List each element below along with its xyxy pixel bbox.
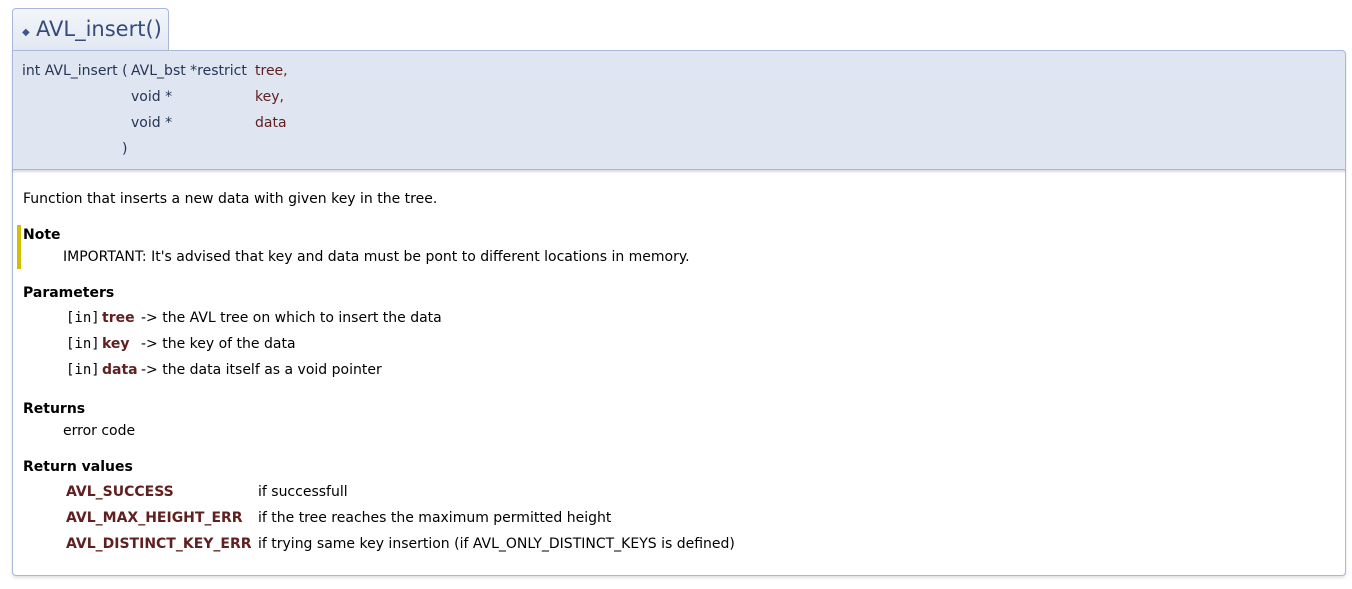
note-text: IMPORTANT: It's advised that key and dat… [63,249,690,265]
param-name-tree[interactable]: tree, [255,63,288,79]
diamond-icon: ◆ [22,27,30,38]
param-dir: [in] [66,310,100,326]
return-value-name[interactable]: AVL_SUCCESS [66,484,174,500]
param-desc: -> the AVL tree on which to insert the d… [141,310,442,326]
param-name-data[interactable]: data [255,115,287,131]
return-value-name[interactable]: AVL_MAX_HEIGHT_ERR [66,510,243,526]
member-title-tab: ◆ AVL_insert() [12,8,169,50]
returns-heading: Returns [23,401,86,417]
param-name-key[interactable]: key, [255,89,284,105]
parameters-heading: Parameters [23,285,115,301]
param-name: tree [102,310,135,326]
return-values-heading: Return values [23,459,133,475]
function-prototype: int AVL_insert ( AVL_bst *restrict tree,… [12,50,1346,170]
note-bar [17,225,21,269]
return-value-desc: if the tree reaches the maximum permitte… [258,510,612,526]
description: Function that inserts a new data with gi… [23,191,438,207]
param-name: data [102,362,138,378]
member-documentation: Function that inserts a new data with gi… [12,170,1346,576]
param-type-data: void * [131,115,173,131]
param-desc: -> the key of the data [141,336,296,352]
return-value-desc: if successfull [258,484,348,500]
prototype-close-paren: ) [122,141,128,157]
param-type-tree: AVL_bst *restrict [131,63,247,79]
note-heading: Note [23,227,61,243]
prototype-return-and-name: int AVL_insert ( [22,63,128,79]
param-dir: [in] [66,362,100,378]
return-value-name[interactable]: AVL_DISTINCT_KEY_ERR [66,536,252,552]
param-desc: -> the data itself as a void pointer [141,362,382,378]
param-name: key [102,336,130,352]
returns-text: error code [63,423,136,439]
return-value-desc: if trying same key insertion (if AVL_ONL… [258,536,735,552]
param-dir: [in] [66,336,100,352]
member-title: AVL_insert() [36,17,162,41]
param-type-key: void * [131,89,173,105]
